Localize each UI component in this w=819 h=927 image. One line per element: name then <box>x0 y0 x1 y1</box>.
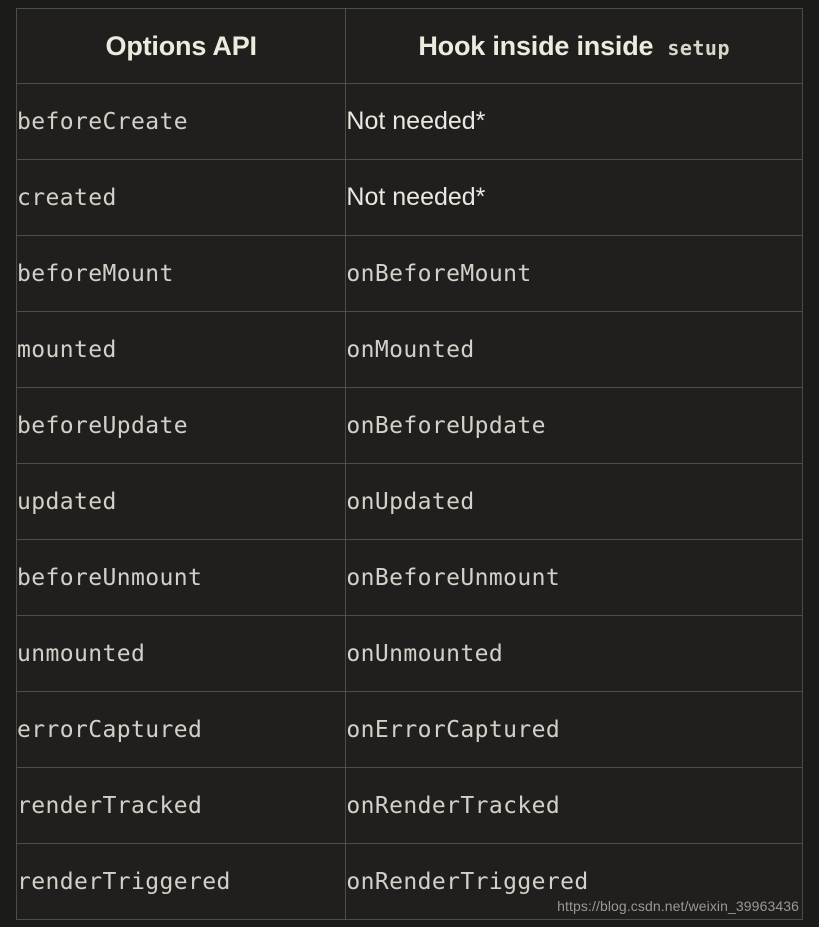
column-header-options-api: Options API <box>15 8 347 84</box>
options-api-name: beforeMount <box>17 260 174 287</box>
setup-hook-cell: onBeforeUpdate <box>345 387 803 464</box>
options-api-name: mounted <box>17 336 117 363</box>
table-header: Options API Hook inside inside setup <box>15 8 803 84</box>
table-row: beforeCreate Not needed* <box>15 83 803 160</box>
table-row: updated onUpdated <box>15 463 803 540</box>
setup-hook-cell: onRenderTracked <box>345 767 803 844</box>
table-row: renderTracked onRenderTracked <box>15 767 803 844</box>
table-row: created Not needed* <box>15 159 803 236</box>
setup-hook-cell: onErrorCaptured <box>345 691 803 768</box>
table-row: beforeMount onBeforeMount <box>15 235 803 312</box>
setup-hook-cell: onBeforeUnmount <box>345 539 803 616</box>
options-api-cell: errorCaptured <box>15 691 347 768</box>
table-body: beforeCreate Not needed* created Not needed… <box>15 83 803 920</box>
setup-hook-name: onMounted <box>346 336 475 363</box>
column-header-options-api-label: Options API <box>105 30 257 61</box>
setup-hook-name: onUpdated <box>346 488 475 515</box>
table-row: errorCaptured onErrorCaptured <box>15 691 803 768</box>
setup-hook-cell: Not needed* <box>345 83 803 160</box>
options-api-cell: unmounted <box>15 615 347 692</box>
options-api-name: unmounted <box>17 640 146 667</box>
setup-hook-cell: onRenderTriggered <box>345 843 803 920</box>
options-api-name: created <box>17 184 117 211</box>
options-api-cell: beforeUpdate <box>15 387 347 464</box>
lifecycle-hooks-table-container: Options API Hook inside inside setup bef… <box>15 8 803 920</box>
setup-hook-name: onBeforeUnmount <box>346 564 561 591</box>
column-header-hook-setup-inner: Hook inside inside setup <box>346 31 802 62</box>
setup-hook-name: onUnmounted <box>346 640 504 667</box>
options-api-name: beforeUnmount <box>17 564 203 591</box>
column-header-setup-code-label: setup <box>667 35 731 60</box>
table-row: beforeUpdate onBeforeUpdate <box>15 387 803 464</box>
lifecycle-hooks-table: Options API Hook inside inside setup bef… <box>15 8 803 920</box>
setup-hook-name: onErrorCaptured <box>346 716 561 743</box>
setup-hook-cell: onMounted <box>345 311 803 388</box>
options-api-cell: beforeCreate <box>15 83 347 160</box>
setup-hook-cell: Not needed* <box>345 159 803 236</box>
options-api-name: beforeUpdate <box>17 412 188 439</box>
options-api-cell: mounted <box>15 311 347 388</box>
setup-hook-name: onBeforeMount <box>346 260 532 287</box>
table-header-row: Options API Hook inside inside setup <box>15 8 803 84</box>
options-api-name: renderTracked <box>17 792 203 819</box>
options-api-cell: beforeUnmount <box>15 539 347 616</box>
setup-hook-name: onBeforeUpdate <box>346 412 546 439</box>
setup-hook-note: Not needed* <box>346 183 486 211</box>
options-api-cell: beforeMount <box>15 235 347 312</box>
options-api-name: errorCaptured <box>17 716 203 743</box>
options-api-name: renderTriggered <box>17 868 231 895</box>
options-api-name: updated <box>17 488 117 515</box>
options-api-cell: renderTriggered <box>15 843 347 920</box>
setup-hook-cell: onUpdated <box>345 463 803 540</box>
table-row: mounted onMounted <box>15 311 803 388</box>
setup-hook-note: Not needed* <box>346 107 486 135</box>
options-api-name: beforeCreate <box>17 108 188 135</box>
options-api-cell: created <box>15 159 347 236</box>
table-row: unmounted onUnmounted <box>15 615 803 692</box>
setup-hook-name: onRenderTracked <box>346 792 561 819</box>
setup-hook-cell: onBeforeMount <box>345 235 803 312</box>
setup-hook-cell: onUnmounted <box>345 615 803 692</box>
column-header-options-api-inner: Options API <box>17 31 345 62</box>
options-api-cell: renderTracked <box>15 767 347 844</box>
table-row: renderTriggered onRenderTriggered <box>15 843 803 920</box>
column-header-hook-setup: Hook inside inside setup <box>345 8 803 84</box>
column-header-hook-setup-label: Hook inside inside <box>418 30 654 61</box>
options-api-cell: updated <box>15 463 347 540</box>
table-row: beforeUnmount onBeforeUnmount <box>15 539 803 616</box>
setup-hook-name: onRenderTriggered <box>346 868 589 895</box>
